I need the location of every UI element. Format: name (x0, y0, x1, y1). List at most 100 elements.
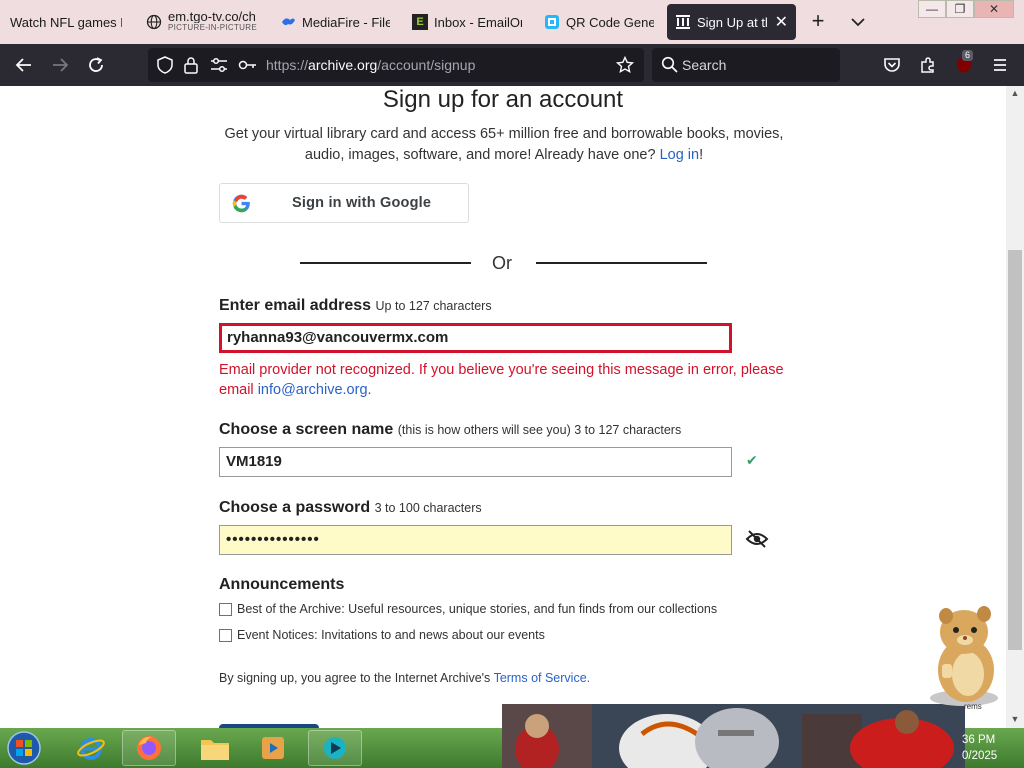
new-tab-button[interactable]: + (806, 10, 830, 32)
taskbar-app[interactable] (308, 730, 362, 766)
restore-button[interactable]: ❐ (946, 0, 974, 18)
extension-badge: 6 (962, 50, 974, 61)
screen-name-field[interactable]: VM1819 (219, 447, 732, 477)
url-text: https://archive.org/account/signup (266, 57, 475, 73)
url-scheme: https:// (266, 57, 309, 73)
picture-in-picture-video[interactable] (502, 704, 965, 768)
tab-strip: Watch NFL games Li em.tgo-tv.co/ch PICTU… (0, 0, 1024, 44)
screen: { "browser": { "tabs": [ {"label": "Watc… (0, 0, 1024, 768)
email-field[interactable]: ryhanna93@vancouvermx.com (219, 323, 732, 353)
best-of-archive-checkbox[interactable] (219, 602, 232, 616)
tab-emailondeck[interactable]: E Inbox - EmailOnl (404, 4, 530, 40)
scroll-down-arrow-icon[interactable]: ▼ (1006, 712, 1024, 726)
windows-start-icon (7, 731, 41, 765)
taskbar-media-player[interactable] (246, 730, 300, 766)
email-label: Enter email address Up to 127 characters (219, 297, 492, 315)
puzzle-icon (921, 57, 934, 73)
search-placeholder: Search (682, 57, 727, 73)
mediafire-icon (280, 14, 296, 30)
pocket-button[interactable] (880, 53, 904, 77)
email-support-link[interactable]: info@archive.org (258, 382, 368, 398)
close-window-button[interactable]: ✕ (974, 0, 1014, 18)
back-arrow-icon (15, 58, 31, 72)
scroll-up-arrow-icon[interactable]: ▲ (1006, 86, 1024, 100)
intro-text: Get your virtual library card and access… (218, 124, 790, 166)
tab-mediafire[interactable]: MediaFire - Files (272, 4, 398, 40)
hamburger-menu-icon (994, 59, 1006, 71)
best-of-archive-option[interactable]: Best of the Archive: Useful resources, u… (219, 601, 717, 617)
clock-date: 0/2025 (962, 750, 998, 762)
taskbar-explorer[interactable] (188, 730, 242, 766)
key-icon[interactable] (238, 58, 258, 77)
event-notices-label: Event Notices: Invitations to and news a… (237, 628, 545, 642)
google-signin-button[interactable]: Sign in with Google (219, 183, 469, 223)
taskbar-ie[interactable] (64, 730, 118, 766)
tab-archive-signup[interactable]: Sign Up at the ✕ (667, 4, 796, 40)
close-tab-icon[interactable]: ✕ (775, 12, 788, 32)
permissions-icon[interactable] (210, 57, 228, 78)
password-field[interactable]: ••••••••••••••• (219, 525, 732, 555)
password-hint: 3 to 100 characters (374, 501, 482, 515)
login-suffix: ! (699, 147, 704, 163)
pip-label: PICTURE-IN-PICTURE (168, 23, 257, 32)
clock-time: 36 PM (962, 734, 996, 746)
reload-button[interactable] (84, 53, 108, 77)
shield-icon[interactable] (156, 56, 174, 79)
chevron-down-icon (851, 18, 865, 27)
globe-icon (146, 14, 162, 30)
password-label: Choose a password 3 to 100 characters (219, 499, 482, 517)
email-error-message: Email provider not recognized. If you be… (219, 360, 789, 400)
hamster-caption: rems (964, 702, 982, 711)
terms-of-service-link[interactable]: Terms of Service. (494, 671, 591, 685)
system-clock[interactable]: 36 PM 0/2025 (962, 732, 997, 764)
screen-name-label: Choose a screen name (this is how others… (219, 421, 681, 439)
tab-qr[interactable]: QR Code Genera (536, 4, 662, 40)
pocket-icon (884, 58, 900, 72)
qr-icon (544, 14, 560, 30)
emailondeck-icon: E (412, 14, 428, 30)
google-button-label: Sign in with Google (292, 195, 432, 211)
screen-name-hint: (this is how others will see you) 3 to 1… (397, 423, 682, 437)
terms-notice: By signing up, you agree to the Internet… (219, 671, 590, 685)
terms-text: By signing up, you agree to the Internet… (219, 671, 491, 685)
email-label-text: Enter email address (219, 297, 372, 314)
event-notices-option[interactable]: Event Notices: Invitations to and news a… (219, 627, 545, 643)
event-notices-checkbox[interactable] (219, 628, 232, 642)
hamster-desktop-gadget[interactable] (920, 604, 1006, 710)
toggle-password-visibility-icon[interactable] (745, 529, 769, 554)
forward-arrow-icon (53, 58, 69, 72)
screen-name-label-text: Choose a screen name (219, 421, 394, 438)
divider-left (300, 262, 471, 264)
folder-icon (201, 740, 229, 760)
best-of-archive-label: Best of the Archive: Useful resources, u… (237, 602, 718, 616)
page-title: Sign up for an account (382, 86, 624, 113)
vertical-scrollbar[interactable]: ▲ ▼ (1006, 86, 1024, 728)
search-bar[interactable]: Search (652, 48, 840, 82)
start-button[interactable] (4, 730, 44, 766)
bookmark-star-icon[interactable] (615, 55, 635, 79)
firefox-icon (137, 736, 161, 760)
url-path: /account/signup (377, 57, 476, 73)
login-link[interactable]: Log in (660, 147, 700, 163)
archive-icon (675, 14, 691, 30)
forward-button[interactable] (48, 53, 72, 77)
list-all-tabs-button[interactable] (848, 12, 868, 32)
app-icon (324, 737, 346, 759)
menu-button[interactable] (988, 53, 1012, 77)
url-host: archive.org (308, 57, 378, 73)
tab-tgo[interactable]: em.tgo-tv.co/ch PICTURE-IN-PICTURE (138, 4, 262, 40)
reload-icon (89, 57, 103, 72)
email-error-suffix: . (367, 382, 372, 398)
address-bar[interactable]: https://archive.org/account/signup (148, 48, 644, 82)
lock-icon[interactable] (183, 56, 199, 79)
scroll-thumb[interactable] (1008, 250, 1022, 650)
tab-nfl[interactable]: Watch NFL games Li (2, 4, 130, 40)
extensions-button[interactable] (916, 53, 940, 77)
back-button[interactable] (12, 53, 36, 77)
password-label-text: Choose a password (219, 499, 371, 516)
or-divider-text: Or (492, 253, 512, 273)
navigation-toolbar: https://archive.org/account/signup Searc… (0, 44, 1024, 86)
taskbar-firefox[interactable] (122, 730, 176, 766)
tab-label: QR Code Genera (566, 14, 654, 30)
minimize-button[interactable]: — (918, 0, 946, 18)
